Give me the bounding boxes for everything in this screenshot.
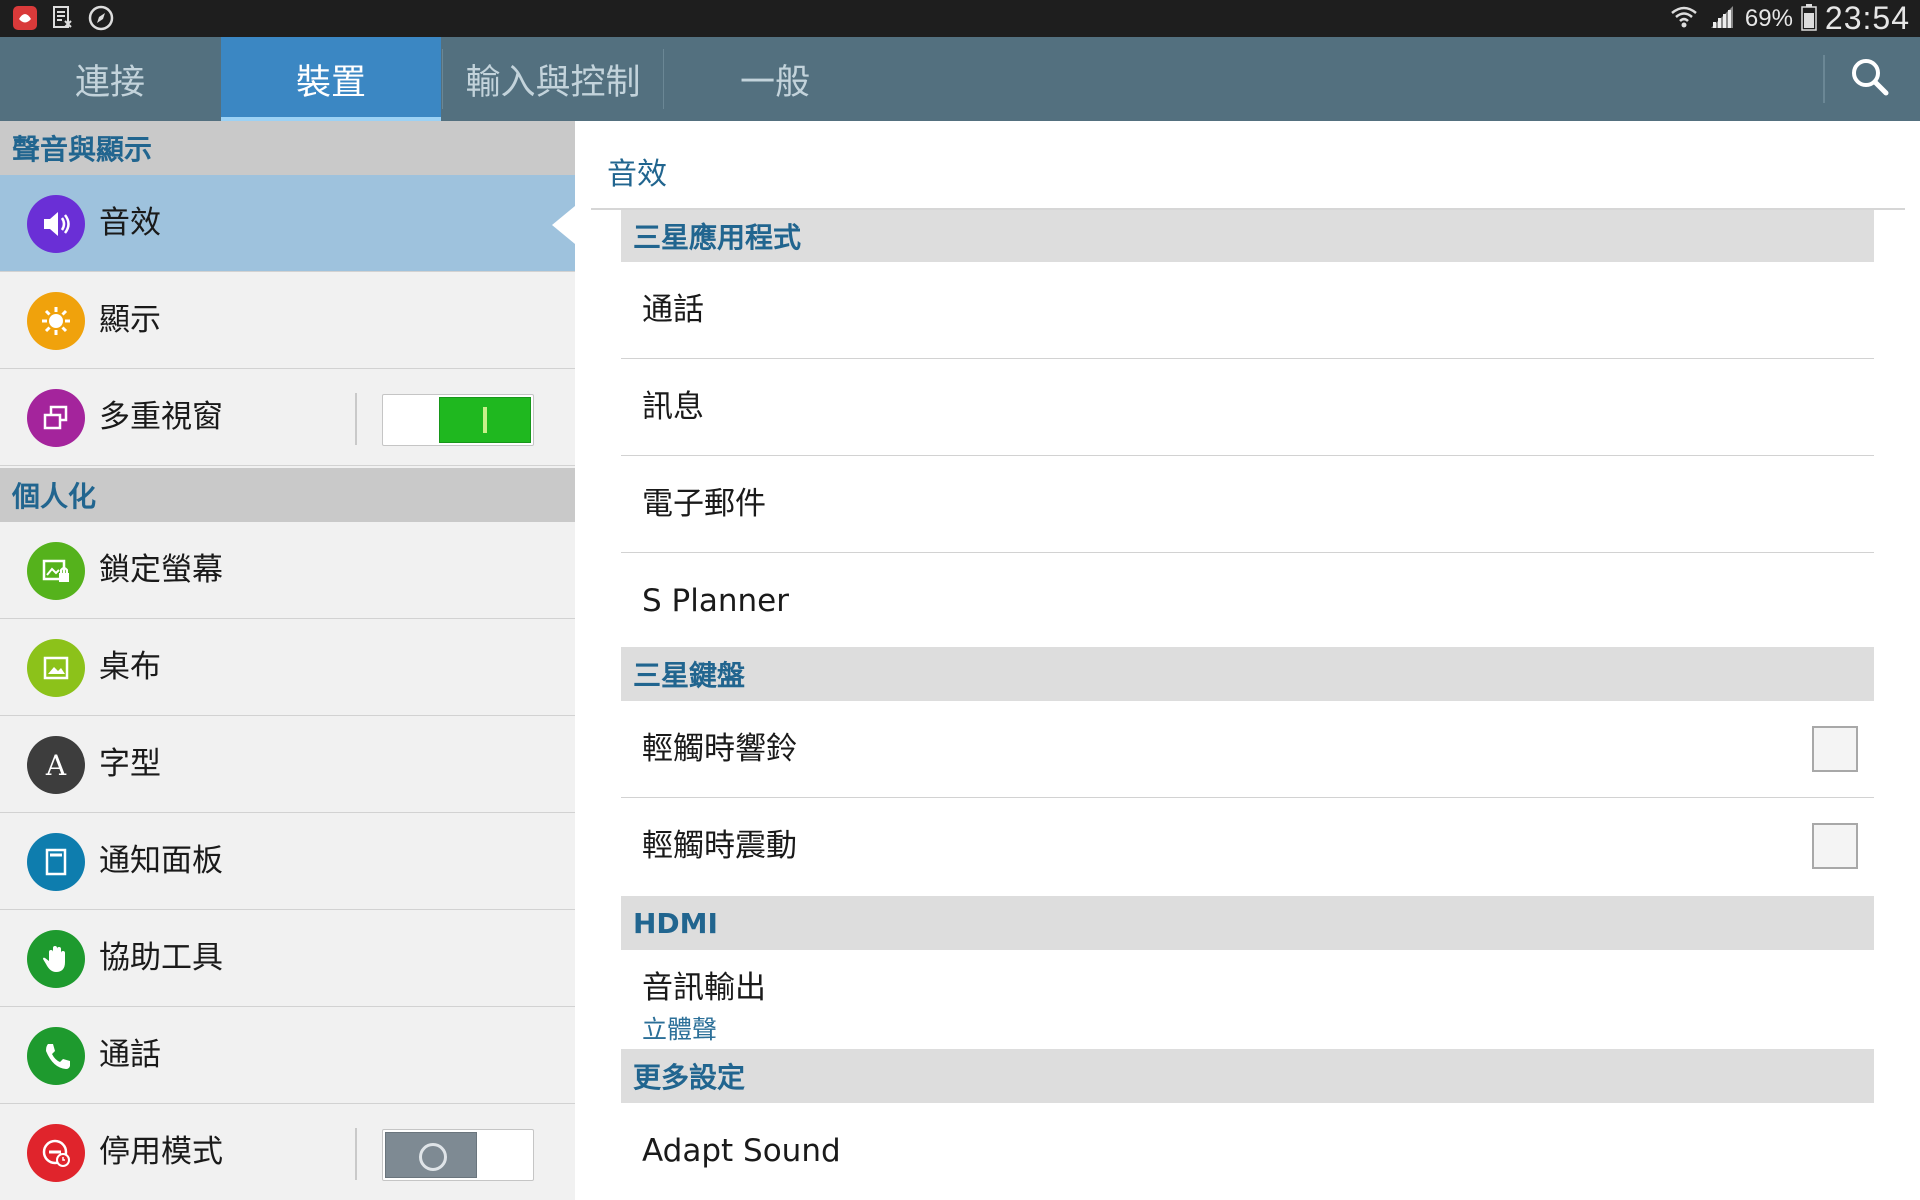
setting-value: 立體聲	[642, 1015, 718, 1044]
menu-item-lock-screen[interactable]: 鎖定螢幕	[0, 522, 575, 619]
tab-label: 連接	[74, 62, 145, 103]
speaker-icon	[27, 195, 85, 253]
category-header-personalization: 個人化	[0, 468, 575, 522]
menu-item-label: 多重視窗	[99, 399, 223, 435]
selection-indicator	[552, 206, 575, 244]
section-header-hdmi: HDMI	[621, 896, 1874, 950]
phone-icon	[27, 1027, 85, 1085]
multi-window-icon	[27, 389, 85, 447]
setting-label: 訊息	[642, 389, 704, 425]
settings-category-list: 聲音與顯示 音效 顯示 多重視窗 個人化 鎖定螢幕 桌布 A 字型 通知面板 協…	[0, 121, 575, 1200]
toggle-thumb-off	[385, 1132, 477, 1178]
toggle-thumb-on	[439, 397, 531, 443]
setting-row-vibrate-on-tap[interactable]: 輕觸時震動	[621, 798, 1874, 895]
tab-divider	[663, 49, 664, 109]
notification-panel-icon	[27, 833, 85, 891]
status-clock: 23:54	[1824, 0, 1910, 36]
battery-icon	[1801, 3, 1817, 35]
tab-label: 裝置	[295, 62, 366, 103]
setting-label: 電子郵件	[642, 486, 766, 522]
setting-row-sound-on-tap[interactable]: 輕觸時響鈴	[621, 701, 1874, 798]
menu-item-label: 通話	[99, 1037, 161, 1073]
menu-item-display[interactable]: 顯示	[0, 272, 575, 369]
page-title: 音效	[607, 157, 667, 192]
setting-label: Adapt Sound	[642, 1133, 841, 1169]
item-divider	[355, 393, 357, 445]
menu-item-multi-window[interactable]: 多重視窗	[0, 369, 575, 466]
menu-item-accessibility[interactable]: 協助工具	[0, 910, 575, 1007]
menu-item-blocking-mode[interactable]: 停用模式	[0, 1104, 575, 1200]
setting-row-s-planner[interactable]: S Planner	[621, 553, 1874, 650]
svg-text:A: A	[45, 749, 67, 782]
menu-item-wallpaper[interactable]: 桌布	[0, 619, 575, 716]
setting-row-call[interactable]: 通話	[621, 262, 1874, 359]
menu-item-label: 桌布	[99, 649, 161, 685]
menu-item-label: 停用模式	[99, 1134, 223, 1170]
menu-item-label: 音效	[99, 205, 161, 241]
menu-item-sound[interactable]: 音效	[0, 175, 575, 272]
tab-label: 輸入與控制	[465, 62, 641, 103]
app-notification-icon	[12, 5, 38, 31]
hand-icon	[27, 930, 85, 988]
section-header-more-settings: 更多設定	[621, 1049, 1874, 1103]
menu-item-label: 顯示	[99, 302, 161, 338]
setting-label: S Planner	[642, 583, 789, 619]
setting-label: 通話	[642, 292, 704, 328]
document-icon	[50, 5, 76, 31]
menu-item-label: 協助工具	[99, 940, 223, 976]
tab-general[interactable]: 一般	[665, 37, 885, 121]
menu-item-label: 鎖定螢幕	[99, 552, 223, 588]
multi-window-toggle[interactable]	[382, 394, 534, 446]
tab-bar: 連接 裝置 輸入與控制 一般	[0, 37, 1920, 121]
menu-item-call[interactable]: 通話	[0, 1007, 575, 1104]
tab-controls[interactable]: 輸入與控制	[443, 37, 663, 121]
menu-item-font[interactable]: A 字型	[0, 716, 575, 813]
tab-label: 一般	[739, 62, 810, 103]
sound-on-tap-checkbox[interactable]	[1812, 726, 1858, 772]
search-icon	[1850, 57, 1890, 101]
section-header-samsung-keyboard: 三星鍵盤	[621, 647, 1874, 701]
category-header-sound-display: 聲音與顯示	[0, 121, 575, 175]
signal-icon	[1707, 4, 1737, 34]
setting-label: 輕觸時響鈴	[642, 731, 797, 767]
font-icon: A	[27, 736, 85, 794]
setting-row-messages[interactable]: 訊息	[621, 359, 1874, 456]
tab-device[interactable]: 裝置	[221, 37, 441, 121]
setting-row-adapt-sound[interactable]: Adapt Sound	[621, 1103, 1874, 1200]
search-button[interactable]	[1845, 54, 1895, 104]
setting-label: 輕觸時震動	[642, 828, 797, 864]
menu-item-label: 通知面板	[99, 843, 223, 879]
setting-label: 音訊輸出	[642, 970, 766, 1006]
menu-item-notification-panel[interactable]: 通知面板	[0, 813, 575, 910]
wifi-icon	[1669, 4, 1699, 34]
section-header-samsung-apps: 三星應用程式	[621, 210, 1874, 262]
vibrate-on-tap-checkbox[interactable]	[1812, 823, 1858, 869]
setting-row-email[interactable]: 電子郵件	[621, 456, 1874, 553]
item-divider	[355, 1128, 357, 1180]
compass-icon	[88, 5, 114, 31]
brightness-icon	[27, 292, 85, 350]
search-divider	[1823, 55, 1825, 103]
blocking-mode-icon	[27, 1124, 85, 1182]
setting-row-audio-output[interactable]: 音訊輸出 立體聲	[621, 950, 1874, 1050]
wallpaper-icon	[27, 639, 85, 697]
blocking-mode-toggle[interactable]	[382, 1129, 534, 1181]
sound-settings-panel: 音效 三星應用程式 通話 訊息 電子郵件 S Planner 三星鍵盤 輕觸時響…	[575, 121, 1920, 1200]
menu-item-label: 字型	[99, 746, 161, 782]
battery-percentage: 69%	[1744, 4, 1793, 32]
lock-screen-icon	[27, 542, 85, 600]
status-bar: 69% 23:54	[0, 0, 1920, 37]
tab-connections[interactable]: 連接	[0, 37, 220, 121]
